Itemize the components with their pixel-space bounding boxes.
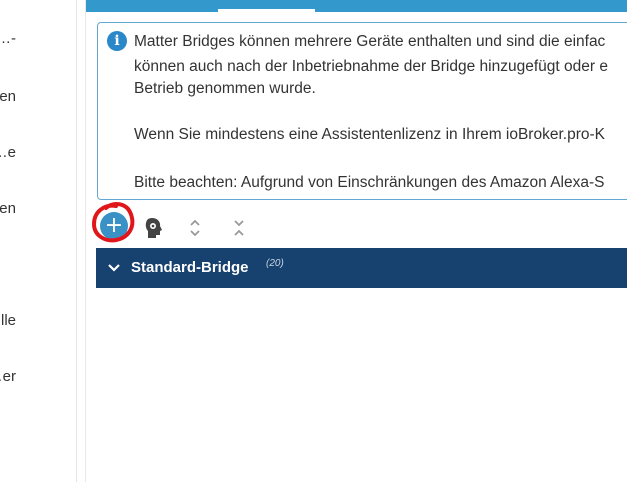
collapse-all-icon[interactable] (230, 216, 248, 240)
active-tab-indicator (218, 9, 315, 12)
sidebar-item-label: …e (0, 144, 16, 161)
sidebar-item-label: …- (0, 30, 16, 47)
sidebar: …- …en …e …rien …lle …er (0, 0, 77, 482)
sidebar-item-3[interactable]: …e (0, 144, 76, 168)
sidebar-item-label: …rien (0, 200, 16, 217)
add-device-button[interactable]: + (100, 212, 128, 240)
chevron-down-icon[interactable] (106, 260, 122, 276)
sidebar-item-label: …lle (0, 312, 16, 329)
plus-icon: + (104, 213, 124, 238)
info-icon: i (107, 31, 127, 51)
bridge-device-count: (20) (266, 258, 284, 269)
robot-head-icon[interactable] (144, 217, 164, 239)
info-box: i Matter Bridges können mehrere Geräte e… (97, 22, 627, 200)
info-line: Betrieb genommen wurde. (134, 80, 316, 97)
sidebar-item-1[interactable]: …- (0, 30, 76, 54)
sidebar-item-5[interactable]: …lle (0, 312, 76, 336)
expand-all-icon[interactable] (186, 216, 204, 240)
tab-bar (86, 0, 627, 12)
main-content: i Matter Bridges können mehrere Geräte e… (85, 0, 627, 482)
info-line: Matter Bridges können mehrere Geräte ent… (134, 33, 606, 50)
bridge-row[interactable]: Standard-Bridge (20) (96, 248, 627, 288)
bridge-name: Standard-Bridge (131, 259, 249, 276)
info-line: Bitte beachten: Aufgrund von Einschränku… (134, 174, 605, 191)
info-line: Wenn Sie mindestens eine Assistentenlize… (134, 126, 605, 143)
app-root: …- …en …e …rien …lle …er i Matter Bridge… (0, 0, 627, 482)
info-line: können auch nach der Inbetriebnahme der … (134, 58, 608, 75)
sidebar-item-2[interactable]: …en (0, 88, 76, 112)
sidebar-item-label: …en (0, 88, 16, 105)
sidebar-item-4[interactable]: …rien (0, 200, 76, 224)
sidebar-item-label: …er (0, 368, 16, 385)
sidebar-item-6[interactable]: …er (0, 368, 76, 392)
